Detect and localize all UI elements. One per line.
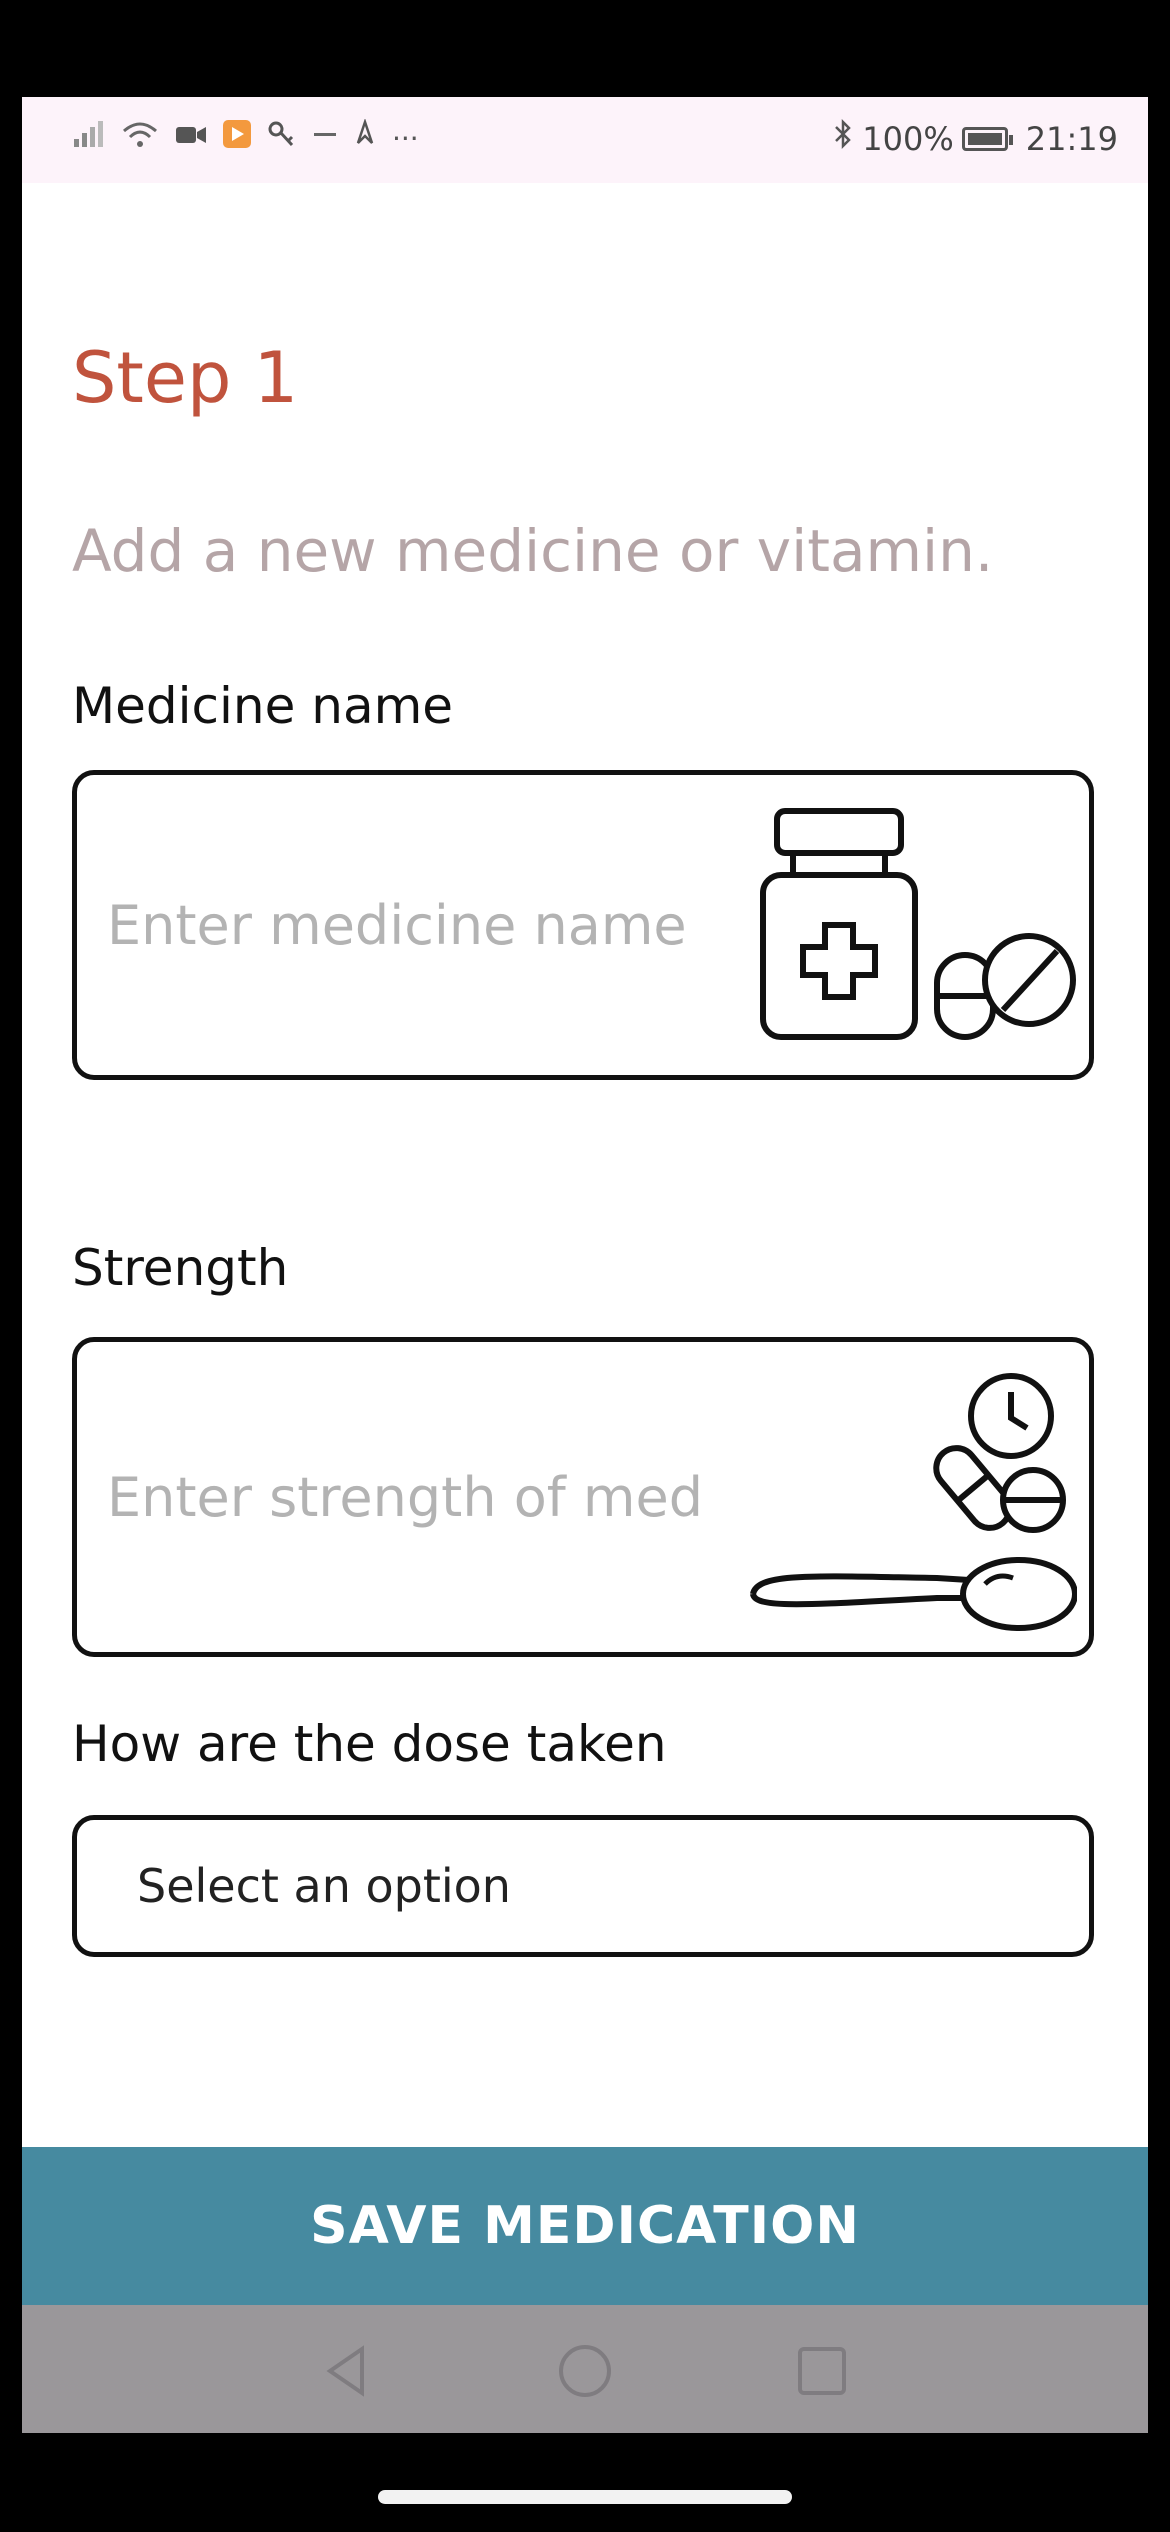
bluetooth-icon (832, 118, 854, 161)
dose-select-value: Select an option (137, 1859, 511, 1913)
step-title: Step 1 (72, 337, 299, 419)
signal-icon (72, 119, 106, 160)
dose-label: How are the dose taken (72, 1715, 667, 1773)
status-bar: ··· 100% 21:19 (22, 97, 1148, 183)
more-icon: ··· (392, 122, 419, 155)
status-left-icons: ··· (72, 117, 419, 160)
status-time: 21:19 (1025, 120, 1118, 158)
battery-percent: 100% (862, 120, 954, 158)
strength-input[interactable] (107, 1342, 747, 1652)
medicine-name-input[interactable] (107, 775, 747, 1075)
strength-field[interactable] (72, 1337, 1094, 1657)
back-icon[interactable] (318, 2341, 378, 2405)
key-icon (266, 119, 298, 160)
wifi-icon (120, 119, 160, 160)
app-screen: ··· 100% 21:19 Step 1 Add a new medicine… (22, 97, 1148, 2433)
flame-icon (352, 117, 378, 160)
page-subtitle: Add a new medicine or vitamin. (72, 517, 994, 585)
save-medication-button[interactable]: SAVE MEDICATION (22, 2147, 1148, 2305)
medicine-name-label: Medicine name (72, 677, 454, 735)
dash-icon (312, 119, 338, 160)
strength-label: Strength (72, 1239, 289, 1297)
medicine-bottle-and-pills-icon (757, 805, 1077, 1049)
recents-icon[interactable] (792, 2341, 852, 2405)
media-icon (222, 119, 252, 160)
clock-pills-spoon-icon (737, 1372, 1078, 1636)
video-icon (174, 119, 208, 159)
home-icon[interactable] (555, 2341, 615, 2405)
battery-icon (961, 127, 1013, 151)
dose-select[interactable]: Select an option (72, 1815, 1094, 1957)
navigation-bar (22, 2305, 1148, 2433)
medicine-name-field[interactable] (72, 770, 1094, 1080)
home-indicator[interactable] (378, 2490, 792, 2504)
status-right: 100% 21:19 (832, 118, 1118, 161)
